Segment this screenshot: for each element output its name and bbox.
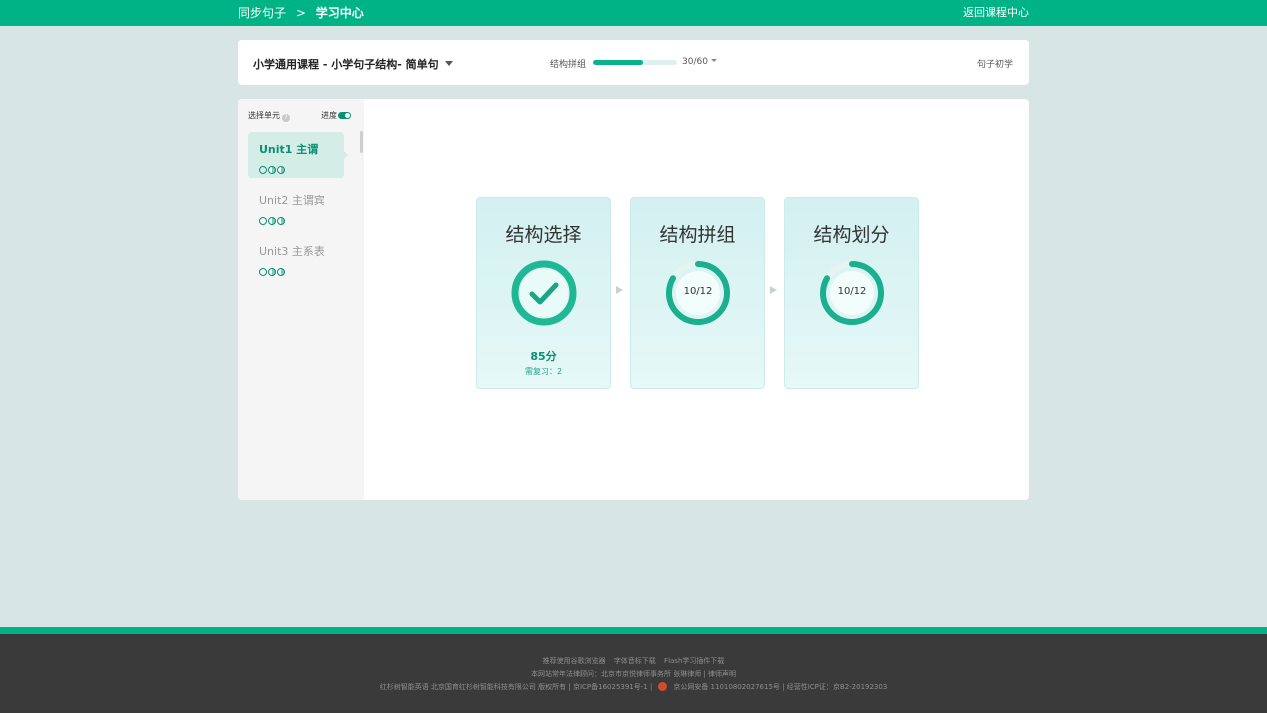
unit-name: Unit3 主系表 [259, 245, 325, 258]
footer-link-flash[interactable]: Flash学习插件下载 [664, 657, 724, 665]
card-structure-division[interactable]: 结构划分 10/12 [784, 197, 919, 389]
half-circle-icon [268, 268, 276, 276]
card-progress-value: 10/12 [683, 286, 713, 297]
unit-select-label: 选择单元 [248, 111, 280, 120]
sidebar-item-unit3[interactable]: Unit3 主系表 [248, 234, 344, 280]
progress-bar [593, 60, 677, 65]
footer-copyright: 红杉树智能英语 北京国育红杉树智能科技有限公司 版权所有 | 京ICP备1602… [0, 682, 1267, 692]
breadcrumb-root[interactable]: 同步句子 [238, 6, 286, 20]
help-icon[interactable]: ? [282, 114, 290, 122]
card-score: 85分 [530, 350, 557, 363]
arrow-right-icon [616, 286, 623, 294]
unit-select-heading: 选择单元? [248, 110, 290, 122]
card-title: 结构拼组 [659, 224, 736, 246]
half-circle-icon [277, 217, 285, 225]
progress-count-dropdown[interactable]: 30/60 [682, 57, 717, 67]
course-title: 小学通用课程 - 小学句子结构- 简单句 [253, 58, 439, 71]
exercise-cards: 结构选择 85分 需复习：2 结构拼组 10/12 结构划分 10/12 [476, 197, 919, 389]
level-label: 句子初学 [976, 60, 1013, 70]
card-title: 结构选择 [505, 224, 582, 246]
half-circle-icon [277, 166, 285, 174]
progress-toggle-group: 进度 [321, 110, 351, 121]
sidebar-scrollbar[interactable] [360, 131, 363, 153]
police-badge-icon [658, 682, 668, 691]
footer-links: 推荐使用谷歌浏览器 字体音标下载 Flash学习插件下载 [0, 656, 1267, 666]
half-circle-icon [268, 166, 276, 174]
footer-icp-text: 京公网安备 11010802027615号 | 经营性ICP证：京B2-2019… [673, 683, 888, 691]
footer-link-font[interactable]: 字体音标下载 [614, 657, 656, 665]
check-circle-icon [511, 260, 577, 326]
unit-name: Unit2 主谓宾 [259, 194, 325, 207]
circle-icon [259, 268, 267, 276]
unit-name: Unit1 主谓 [259, 143, 319, 156]
card-review-count: 需复习：2 [524, 367, 563, 376]
breadcrumb-current: 学习中心 [315, 6, 364, 20]
progress-bar-fill [593, 60, 644, 65]
card-title: 结构划分 [813, 224, 890, 246]
progress-toggle-label: 进度 [321, 111, 337, 120]
unit-progress-dots [259, 159, 286, 174]
progress-toggle[interactable] [338, 112, 351, 119]
arrow-right-icon [770, 286, 777, 294]
course-header: 小学通用课程 - 小学句子结构- 简单句 结构拼组 30/60 句子初学 [238, 40, 1029, 85]
footer-copyright-text: 红杉树智能英语 北京国育红杉树智能科技有限公司 版权所有 | 京ICP备1602… [379, 683, 653, 691]
half-circle-icon [268, 217, 276, 225]
breadcrumb: 同步句子 > 学习中心 [238, 5, 364, 21]
breadcrumb-separator: > [295, 6, 306, 20]
card-structure-choice[interactable]: 结构选择 85分 需复习：2 [476, 197, 611, 389]
footer-legal: 本网站常年法律顾问：北京市京悦律师事务所 张琳律师 | 律师声明 [530, 670, 737, 678]
progress-count: 30/60 [682, 57, 708, 67]
circle-icon [259, 217, 267, 225]
card-structure-assembly[interactable]: 结构拼组 10/12 [630, 197, 765, 389]
unit-sidebar: 选择单元? 进度 Unit1 主谓 Unit2 主谓宾 Unit3 主系表 [238, 99, 364, 500]
card-progress-value: 10/12 [837, 286, 867, 297]
sidebar-item-unit2[interactable]: Unit2 主谓宾 [248, 183, 344, 229]
footer-link-browser[interactable]: 推荐使用谷歌浏览器 [543, 657, 606, 665]
top-bar: 同步句子 > 学习中心 返回课程中心 [0, 0, 1267, 26]
caret-down-icon [710, 59, 717, 62]
footer: 推荐使用谷歌浏览器 字体音标下载 Flash学习插件下载 本网站常年法律顾问：北… [0, 634, 1267, 713]
sidebar-item-unit1[interactable]: Unit1 主谓 [248, 132, 348, 178]
footer-accent-line [0, 627, 1267, 634]
learning-panel: 选择单元? 进度 Unit1 主谓 Unit2 主谓宾 Unit3 主系表 结构… [238, 99, 1029, 500]
half-circle-icon [277, 268, 285, 276]
back-to-course-center-link[interactable]: 返回课程中心 [963, 5, 1029, 21]
circle-icon [259, 166, 267, 174]
caret-down-icon [444, 61, 453, 66]
progress-label: 结构拼组 [550, 60, 587, 70]
course-selector[interactable]: 小学通用课程 - 小学句子结构- 简单句 [253, 56, 453, 72]
unit-progress-dots [259, 261, 286, 276]
unit-progress-dots [259, 210, 286, 225]
